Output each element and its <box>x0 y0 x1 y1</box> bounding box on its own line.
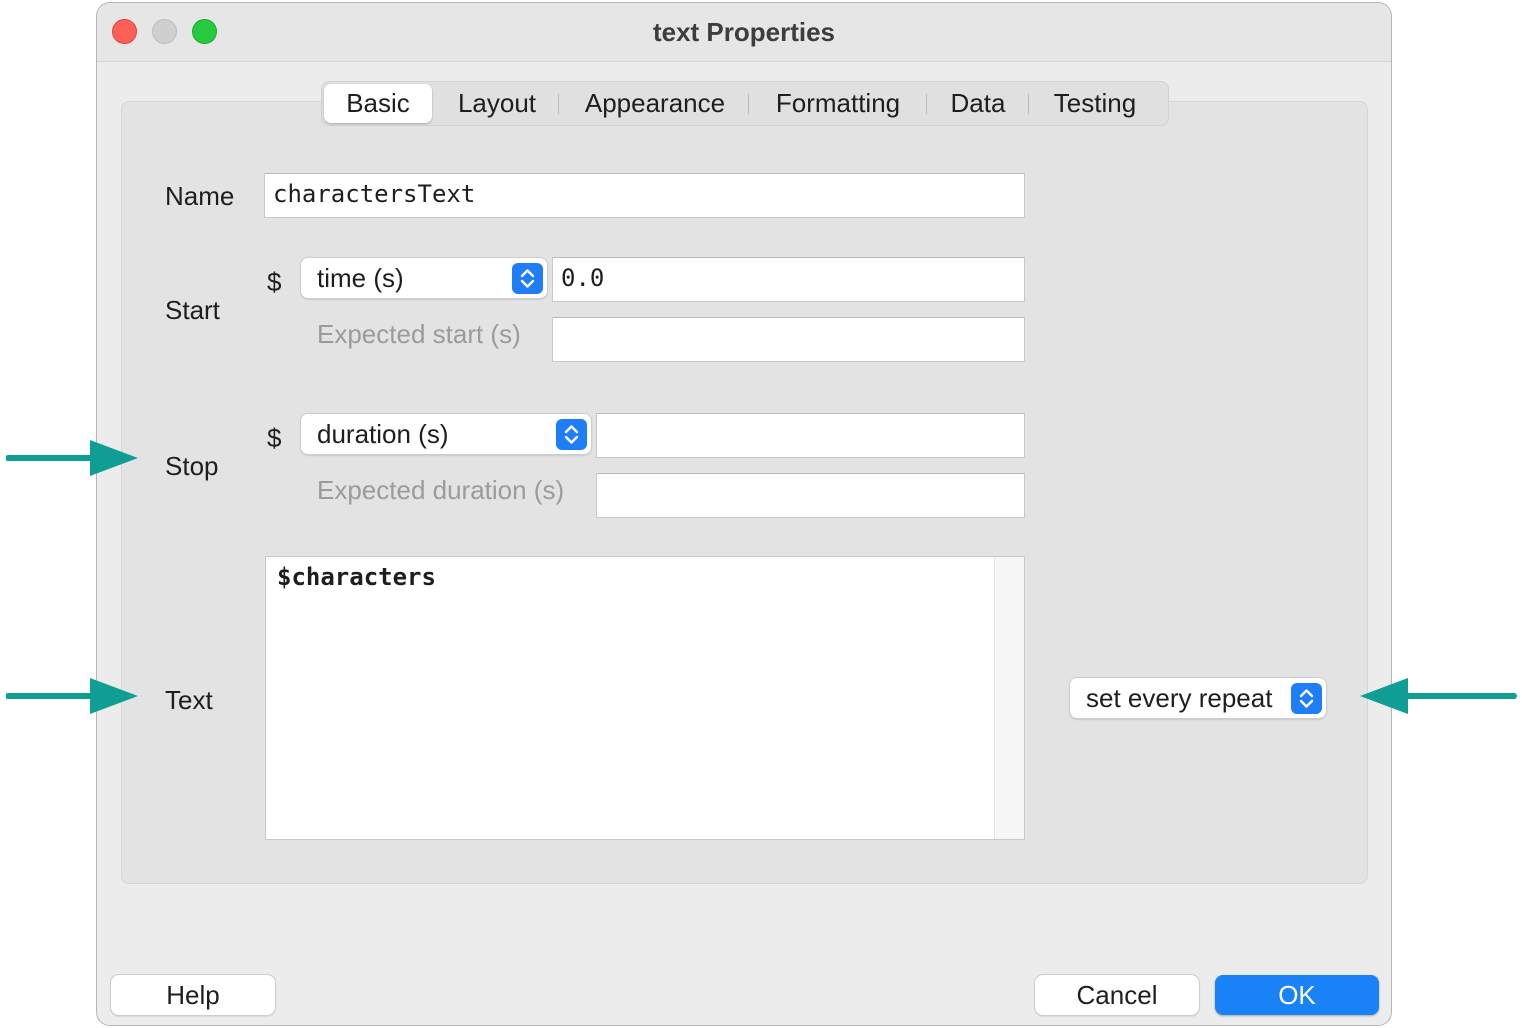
cancel-button[interactable]: Cancel <box>1035 975 1199 1015</box>
stop-type-select[interactable]: duration (s) <box>301 414 591 454</box>
properties-dialog: text Properties Basic Layout Appearance … <box>96 2 1392 1026</box>
start-type-select[interactable]: time (s) <box>301 258 547 298</box>
stop-label: Stop <box>165 451 219 481</box>
expected-start-label: Expected start (s) <box>317 319 521 349</box>
start-label: Start <box>165 295 220 325</box>
tab-separator <box>748 94 749 114</box>
tab-separator <box>558 94 559 114</box>
expected-start-field[interactable] <box>552 317 1025 362</box>
tab-basic[interactable]: Basic <box>324 84 432 123</box>
select-stepper-icon <box>512 263 543 294</box>
text-content-value: $characters <box>277 563 436 591</box>
tab-formatting[interactable]: Formatting <box>752 84 924 123</box>
expected-duration-label: Expected duration (s) <box>317 475 565 505</box>
window-title: text Properties <box>652 17 836 47</box>
tab-appearance[interactable]: Appearance <box>564 84 746 123</box>
start-value-field[interactable]: 0.0 <box>552 257 1025 302</box>
start-dollar-label: $ <box>267 267 282 297</box>
tab-bar: Basic Layout Appearance Formatting Data … <box>321 81 1169 126</box>
expected-duration-field[interactable] <box>596 473 1025 518</box>
tab-separator <box>926 94 927 114</box>
select-stepper-icon <box>556 419 587 450</box>
stop-dollar-label: $ <box>267 423 282 453</box>
tab-layout[interactable]: Layout <box>440 84 554 123</box>
text-update-selected: set every repeat <box>1086 683 1273 713</box>
select-stepper-icon <box>1291 683 1322 714</box>
name-label: Name <box>165 181 235 211</box>
text-content-area[interactable]: $characters <box>265 556 1025 840</box>
text-label: Text <box>165 685 213 715</box>
tab-testing[interactable]: Testing <box>1032 84 1158 123</box>
update-annotation-arrow-icon <box>1360 678 1517 714</box>
stop-annotation-arrow-icon <box>6 440 138 476</box>
start-type-selected: time (s) <box>317 263 404 293</box>
text-update-select[interactable]: set every repeat <box>1070 678 1326 718</box>
ok-button[interactable]: OK <box>1215 975 1379 1015</box>
stop-type-selected: duration (s) <box>317 419 449 449</box>
stop-value-field[interactable] <box>596 413 1025 458</box>
tab-separator <box>1028 94 1029 114</box>
text-area-scrollbar[interactable] <box>994 557 1024 839</box>
help-button[interactable]: Help <box>111 975 275 1015</box>
tab-data[interactable]: Data <box>930 84 1026 123</box>
name-field[interactable]: charactersText <box>264 173 1025 218</box>
text-annotation-arrow-icon <box>6 678 138 714</box>
title-bar: text Properties <box>97 3 1391 62</box>
